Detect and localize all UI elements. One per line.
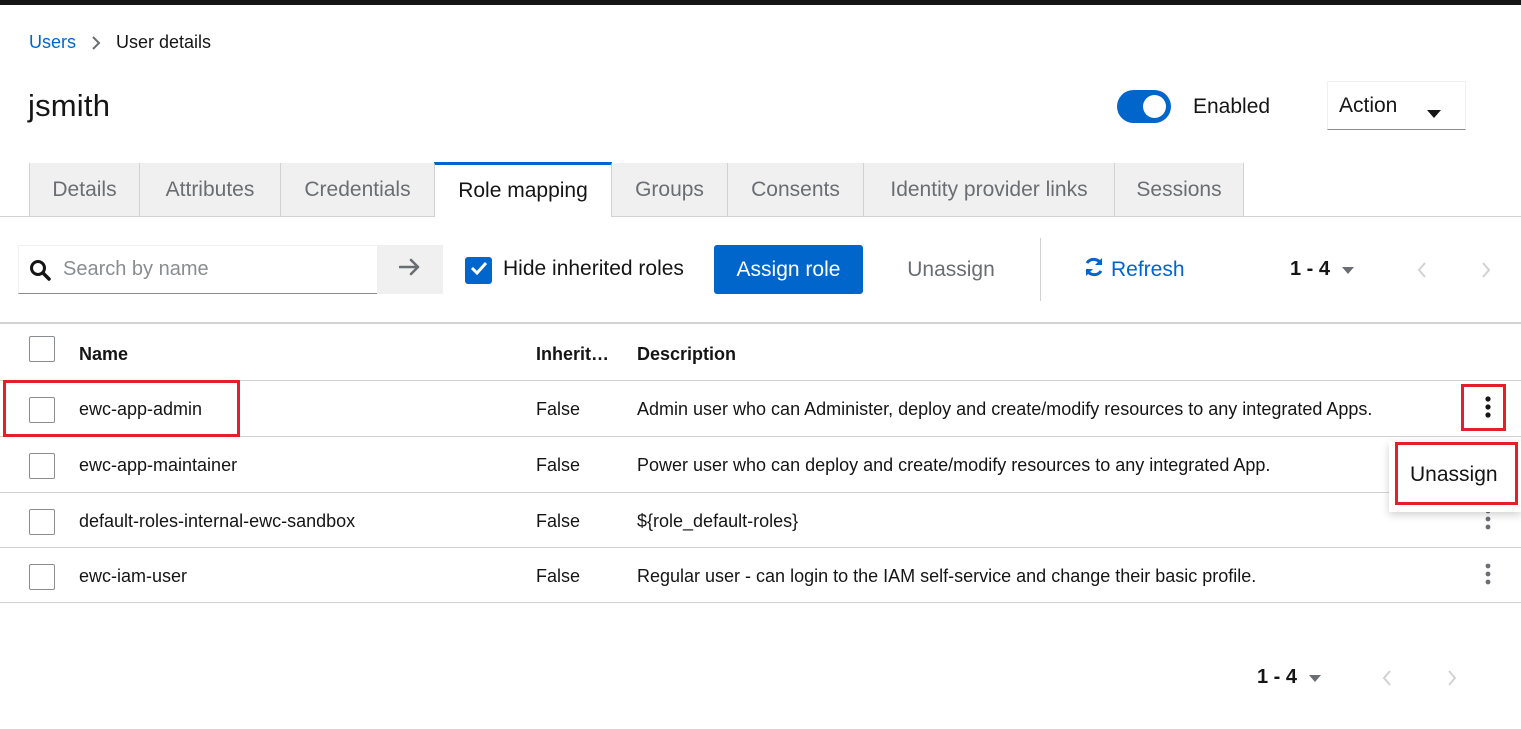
top-bar	[0, 0, 1521, 5]
page-title: jsmith	[28, 88, 111, 123]
pagination-range: 1 - 4	[1257, 666, 1298, 688]
pagination-toggle[interactable]: 1 - 4	[1257, 666, 1322, 689]
breadcrumb-current: User details	[116, 32, 212, 52]
row-checkbox[interactable]	[29, 564, 55, 590]
role-inherited: False	[536, 511, 581, 531]
search-icon	[29, 259, 51, 286]
role-name: ewc-app-maintainer	[79, 455, 238, 475]
refresh-icon	[1083, 256, 1105, 284]
table-row: ewc-app-maintainer False Power user who …	[0, 436, 1521, 492]
bottom-pagination: 1 - 4	[1257, 666, 1468, 689]
pagination-range: 1 - 4	[1290, 258, 1331, 280]
column-header-inherited[interactable]: Inherit…	[536, 344, 609, 365]
row-checkbox[interactable]	[29, 397, 55, 423]
pagination-toggle[interactable]: 1 - 4	[1290, 258, 1355, 281]
breadcrumb: Users User details	[29, 32, 211, 53]
tab-label: Details	[52, 177, 117, 201]
tab-groups[interactable]: Groups	[612, 163, 728, 216]
table-top-border	[0, 322, 1521, 324]
tab-attributes[interactable]: Attributes	[140, 163, 281, 216]
role-description: Power user who can deploy and create/mod…	[637, 455, 1271, 475]
caret-down-icon	[1427, 101, 1441, 125]
role-inherited: False	[536, 399, 581, 419]
tab-label: Attributes	[165, 177, 255, 201]
refresh-label: Refresh	[1111, 257, 1185, 281]
toolbar-divider	[1040, 238, 1041, 301]
search-input[interactable]	[19, 246, 377, 293]
row-actions-button[interactable]	[1476, 561, 1500, 591]
refresh-button[interactable]: Refresh	[1083, 245, 1185, 294]
role-description: ${role_default-roles}	[637, 511, 799, 531]
tab-consents[interactable]: Consents	[728, 163, 864, 216]
role-name: ewc-iam-user	[79, 566, 188, 586]
unassign-button[interactable]: Unassign	[890, 245, 1012, 294]
role-inherited: False	[536, 455, 581, 475]
tab-label: Identity provider links	[890, 177, 1088, 201]
next-page-button[interactable]	[1470, 261, 1502, 278]
role-description: Regular user - can login to the IAM self…	[637, 566, 1257, 586]
role-name: ewc-app-admin	[79, 399, 203, 419]
check-icon	[470, 261, 488, 280]
tab-credentials[interactable]: Credentials	[281, 163, 435, 216]
action-dropdown-label: Action	[1339, 93, 1398, 117]
tab-role-mapping[interactable]: Role mapping	[434, 162, 612, 217]
role-inherited: False	[536, 566, 581, 586]
top-pagination: 1 - 4	[1290, 258, 1502, 281]
caret-down-icon	[1309, 666, 1322, 689]
kebab-icon	[1485, 395, 1491, 423]
table-row: ewc-iam-user False Regular user - can lo…	[0, 547, 1521, 603]
enabled-label: Enabled	[1193, 95, 1271, 118]
tab-label: Consents	[751, 177, 840, 201]
breadcrumb-users-link[interactable]: Users	[29, 32, 76, 53]
column-header-name[interactable]: Name	[79, 344, 128, 365]
previous-page-button[interactable]	[1371, 669, 1403, 686]
row-checkbox[interactable]	[29, 453, 55, 479]
kebab-icon	[1485, 563, 1491, 590]
tab-label: Groups	[635, 177, 704, 201]
table-row: default-roles-internal-ewc-sandbox False…	[0, 492, 1521, 547]
tab-label: Credentials	[304, 177, 411, 201]
tab-label: Sessions	[1136, 177, 1222, 201]
tab-label: Role mapping	[458, 179, 588, 202]
action-dropdown[interactable]: Action	[1327, 81, 1466, 130]
switch-knob	[1143, 95, 1166, 118]
next-page-button[interactable]	[1436, 669, 1468, 686]
role-name: default-roles-internal-ewc-sandbox	[79, 511, 356, 531]
tab-identity-provider-links[interactable]: Identity provider links	[864, 163, 1115, 216]
column-header-description: Description	[637, 344, 737, 364]
hide-inherited-label: Hide inherited roles	[503, 257, 684, 280]
arrow-right-icon	[398, 258, 421, 281]
chevron-right-icon	[76, 35, 116, 50]
tab-bar: Details Attributes Credentials Role mapp…	[0, 162, 1521, 217]
row-actions-menu: Unassign	[1389, 441, 1521, 512]
tab-details[interactable]: Details	[29, 163, 140, 216]
row-actions-button[interactable]	[1476, 394, 1500, 424]
menu-item-unassign[interactable]: Unassign	[1410, 463, 1498, 487]
previous-page-button[interactable]	[1406, 261, 1438, 278]
role-description: Admin user who can Administer, deploy an…	[637, 399, 1373, 419]
row-checkbox[interactable]	[29, 509, 55, 535]
search-submit-button[interactable]	[377, 245, 443, 294]
table-row: ewc-app-admin False Admin user who can A…	[0, 380, 1521, 436]
hide-inherited-checkbox[interactable]	[465, 257, 492, 284]
caret-down-icon	[1342, 258, 1355, 281]
search-box	[18, 245, 377, 294]
enabled-switch[interactable]	[1117, 90, 1171, 123]
select-all-checkbox[interactable]	[29, 336, 55, 362]
tab-sessions[interactable]: Sessions	[1115, 163, 1244, 216]
assign-role-button[interactable]: Assign role	[714, 245, 863, 294]
